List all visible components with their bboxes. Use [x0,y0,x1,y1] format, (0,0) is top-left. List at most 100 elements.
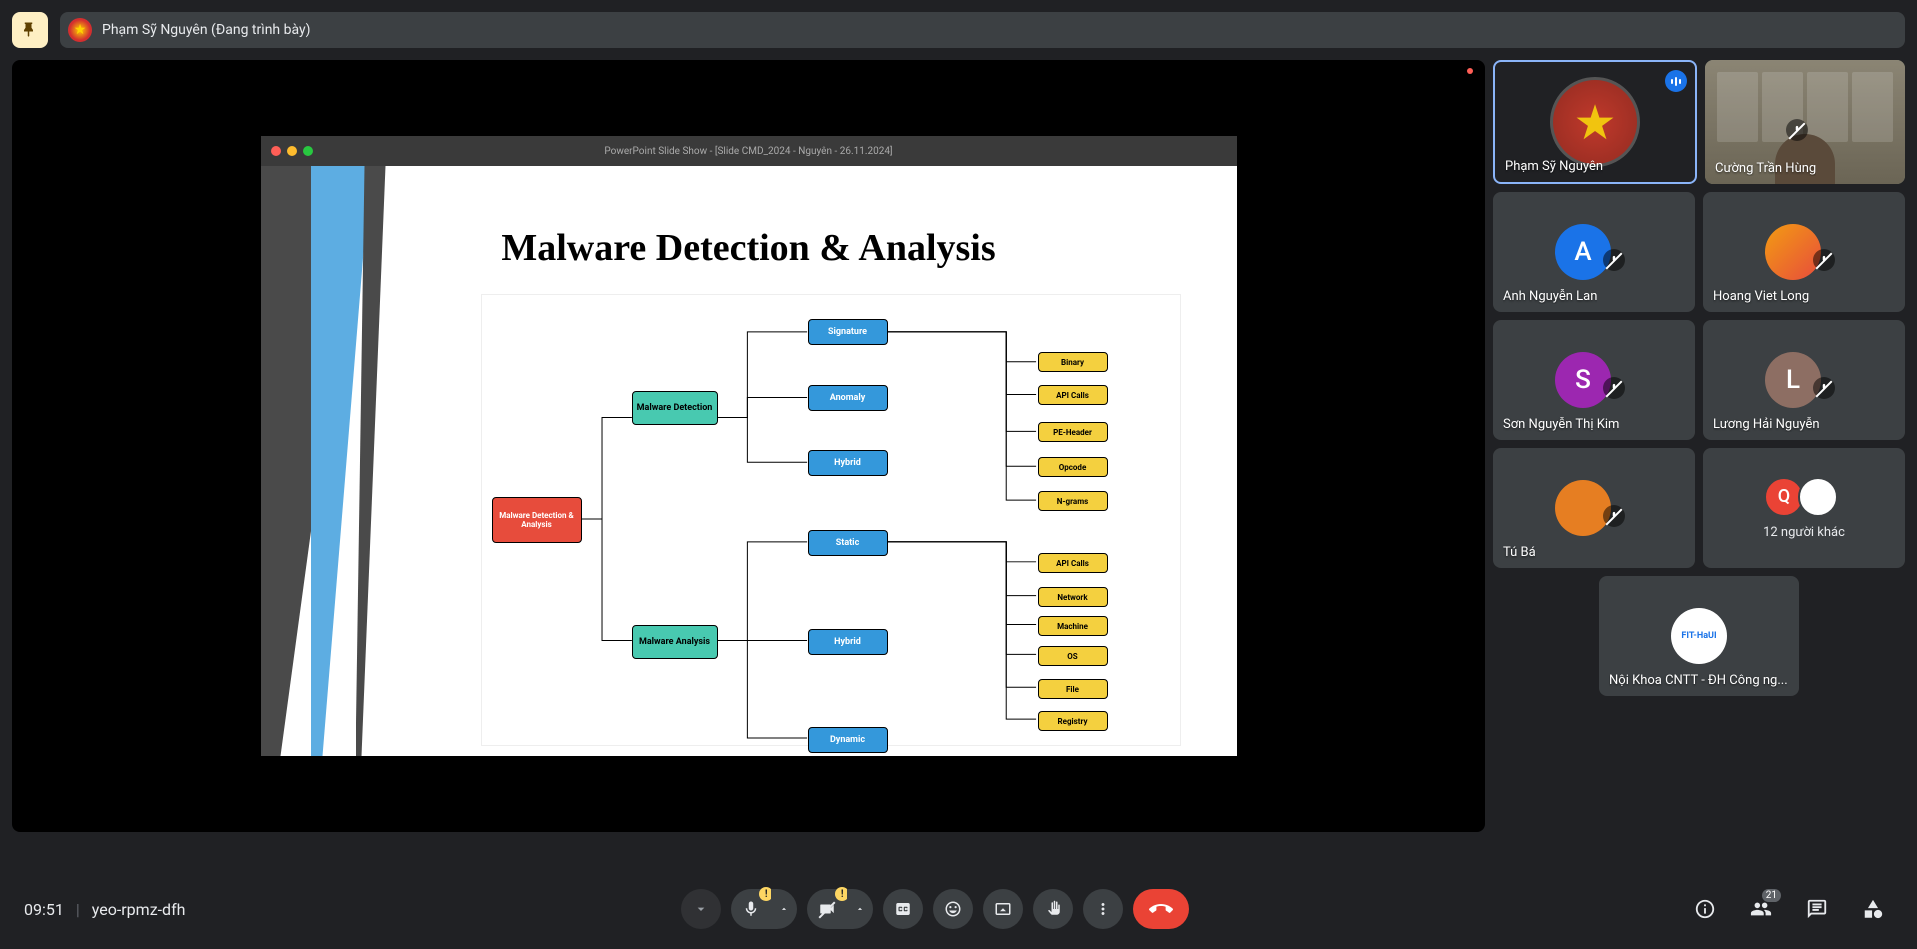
presentation-view[interactable]: PowerPoint Slide Show - [Slide CMD_2024 … [12,60,1485,832]
diagram-node: API Calls [1038,385,1108,405]
mic-menu-button[interactable] [771,889,797,929]
avatar-icon: ★ [1550,77,1640,167]
activities-button[interactable] [1853,889,1893,929]
minimize-icon [287,146,297,156]
main-area: PowerPoint Slide Show - [Slide CMD_2024 … [0,60,1917,832]
muted-icon [1813,377,1835,399]
participant-tile[interactable]: S Sơn Nguyễn Thị Kim [1493,320,1695,440]
slide-content: Malware Detection & Analysis [261,166,1237,756]
participant-name: Lương Hải Nguyễn [1713,417,1820,432]
avatar-icon: FIT-HaUI [1671,608,1727,664]
overflow-label: 12 người khác [1763,525,1845,540]
speaking-icon [1665,70,1687,92]
camera-menu-button[interactable] [847,889,873,929]
diagram-node: API Calls [1038,553,1108,573]
diagram-node: Hybrid [808,450,888,476]
participant-name: Hoang Viet Long [1713,289,1809,304]
more-options-button[interactable] [1083,889,1123,929]
presenter-avatar-icon: ★ [68,18,92,42]
mic-button[interactable]: ! [731,889,771,929]
reactions-button[interactable] [933,889,973,929]
avatar-icon [1798,477,1838,517]
clock-label: 09:51 [24,900,64,919]
diagram-node: Registry [1038,711,1108,731]
participant-name: Cường Trần Hùng [1715,161,1816,176]
chevron-up-icon [779,904,789,914]
diagram-node: File [1038,679,1108,699]
camera-button[interactable]: ! [807,889,847,929]
participant-tile[interactable]: A Anh Nguyễn Lan [1493,192,1695,312]
captions-icon [894,900,912,918]
present-icon [994,900,1012,918]
chevron-up-icon [855,904,865,914]
diagram-node: Anomaly [808,385,888,411]
captions-button[interactable] [883,889,923,929]
people-button[interactable]: 21 [1741,889,1781,929]
diagram-node-analysis: Malware Analysis [632,625,718,659]
participant-tile[interactable]: ★ Phạm Sỹ Nguyên [1493,60,1697,184]
hand-icon [1044,900,1062,918]
mac-titlebar: PowerPoint Slide Show - [Slide CMD_2024 … [261,136,1237,166]
diagram-node-detection: Malware Detection [632,391,718,425]
pin-icon [21,21,39,39]
diagram-node: Machine [1038,616,1108,636]
recording-dot-icon [1467,68,1473,74]
mic-control-group: ! [731,889,797,929]
participant-tile[interactable]: Hoang Viet Long [1703,192,1905,312]
raise-hand-button[interactable] [1033,889,1073,929]
muted-icon [1813,249,1835,271]
chevron-down-icon [693,901,709,917]
meeting-details-button[interactable] [1685,889,1725,929]
diagram: Malware Detection & Analysis Malware Det… [481,294,1181,746]
diagram-node-root: Malware Detection & Analysis [492,497,582,543]
presenter-pill[interactable]: ★ Phạm Sỹ Nguyên (Đang trình bày) [60,12,1905,48]
avatar-icon: A [1555,224,1611,280]
mic-icon [742,900,760,918]
diagram-node: Signature [808,319,888,345]
slide-title: Malware Detection & Analysis [501,226,995,270]
participant-tile[interactable]: Cường Trần Hùng [1705,60,1905,184]
more-vert-icon [1094,900,1112,918]
diagram-node: N-grams [1038,491,1108,511]
traffic-lights [271,146,313,156]
phone-hangup-icon [1149,897,1173,921]
muted-icon [1603,377,1625,399]
meeting-info[interactable]: 09:51 | yeo-rpmz-dfh [24,900,185,919]
collapse-button[interactable] [681,889,721,929]
chat-button[interactable] [1797,889,1837,929]
participant-name: Nội Khoa CNTT - ĐH Công ng... [1609,673,1788,688]
avatar-icon: S [1555,352,1611,408]
maximize-icon [303,146,313,156]
pin-button[interactable] [12,12,48,48]
camera-control-group: ! [807,889,873,929]
participant-tile[interactable]: L Lương Hải Nguyễn [1703,320,1905,440]
bottom-bar: 09:51 | yeo-rpmz-dfh ! ! [0,869,1917,949]
participant-name: Anh Nguyễn Lan [1503,289,1597,304]
window-title: PowerPoint Slide Show - [Slide CMD_2024 … [604,146,892,157]
muted-icon [1603,249,1625,271]
divider: | [76,900,80,919]
present-button[interactable] [983,889,1023,929]
camera-off-icon [818,900,836,918]
diagram-node: Dynamic [808,727,888,753]
participant-name: Sơn Nguyễn Thị Kim [1503,417,1619,432]
muted-icon [1603,505,1625,527]
hangup-button[interactable] [1133,889,1189,929]
participant-grid: ★ Phạm Sỹ Nguyên Cường Trần Hùng A Anh N… [1493,60,1905,832]
info-icon [1694,898,1716,920]
diagram-node: Binary [1038,352,1108,372]
diagram-node: Network [1038,587,1108,607]
participant-count-badge: 21 [1762,889,1781,902]
overflow-tile[interactable]: Q 12 người khác [1703,448,1905,568]
meeting-code: yeo-rpmz-dfh [92,900,186,919]
top-bar: ★ Phạm Sỹ Nguyên (Đang trình bày) [0,0,1917,60]
avatar-icon [1555,480,1611,536]
participant-tile[interactable]: FIT-HaUI Nội Khoa CNTT - ĐH Công ng... [1599,576,1799,696]
avatar-icon: L [1765,352,1821,408]
diagram-node: PE-Header [1038,422,1108,442]
avatar-stack: Q [1770,477,1838,517]
muted-icon [1786,119,1808,141]
participant-tile[interactable]: Tú Bá [1493,448,1695,568]
chat-icon [1806,898,1828,920]
diagram-node: OS [1038,646,1108,666]
